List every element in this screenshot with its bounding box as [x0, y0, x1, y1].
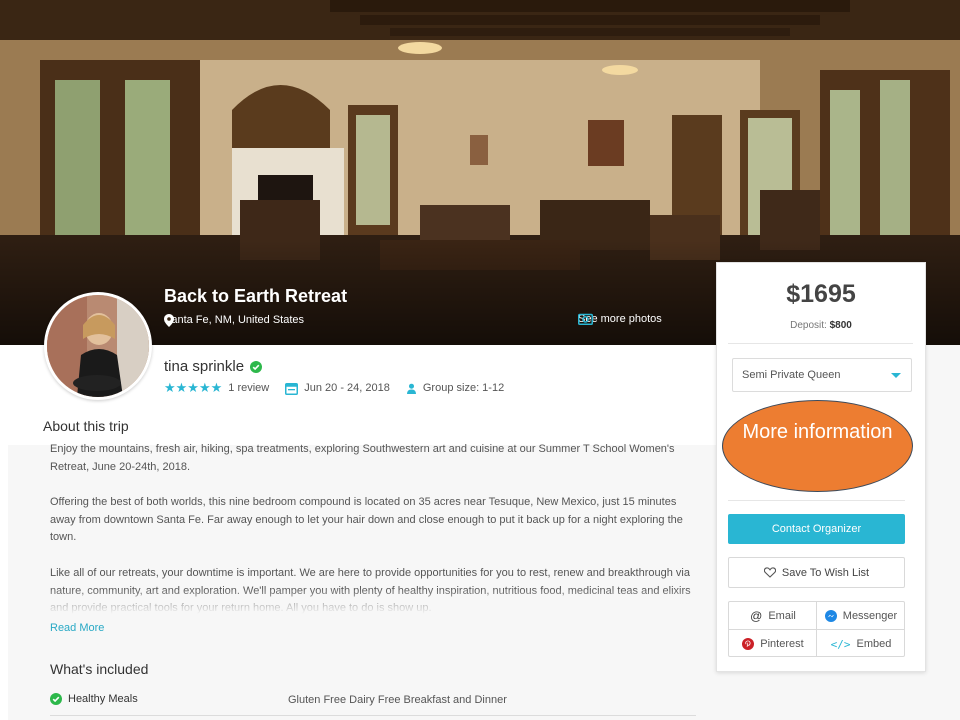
at-sign-icon: @: [750, 609, 763, 623]
more-information-callout[interactable]: More information: [722, 400, 913, 492]
map-pin-icon: [164, 314, 174, 327]
host-portrait: [47, 295, 149, 397]
share-options: @ Email Messenger Pinterest </> Embed: [728, 601, 905, 657]
see-more-photos-link[interactable]: See more photos: [578, 313, 662, 325]
room-type-value: Semi Private Queen: [742, 369, 841, 381]
read-more-link[interactable]: Read More: [50, 622, 104, 634]
trip-dates: Jun 20 - 24, 2018: [285, 382, 390, 395]
contact-organizer-button[interactable]: Contact Organizer: [728, 514, 905, 544]
share-embed-label: Embed: [856, 638, 892, 650]
included-item-row: Healthy Meals Gluten Free Dairy Free Bre…: [50, 692, 696, 716]
included-item-value: Gluten Free Dairy Free Breakfast and Din…: [288, 694, 507, 706]
save-to-wishlist-label: Save To Wish List: [781, 566, 870, 579]
deposit-label: Deposit:: [790, 320, 827, 331]
about-paragraph-1: Enjoy the mountains, fresh air, hiking, …: [50, 443, 675, 473]
share-email-button[interactable]: @ Email: [729, 602, 817, 630]
about-paragraph-2: Offering the best of both worlds, this n…: [50, 496, 683, 543]
group-size-text: Group size: 1-12: [422, 382, 505, 394]
trip-price: $1695: [786, 280, 856, 308]
share-messenger-label: Messenger: [842, 610, 898, 622]
chevron-down-icon: [891, 373, 901, 378]
host-name[interactable]: tina sprinkle: [164, 358, 263, 375]
share-email-label: Email: [768, 610, 796, 622]
host-meta-row: ★★★★★ 1 review Jun 20 - 24, 2018 Group s…: [164, 380, 504, 396]
card-divider: [728, 343, 913, 344]
code-icon: </>: [830, 637, 851, 651]
host-avatar[interactable]: [44, 292, 152, 400]
messenger-icon: [824, 610, 837, 622]
share-pinterest-label: Pinterest: [760, 638, 804, 650]
trip-title: Back to Earth Retreat: [164, 286, 348, 306]
about-section-title: About this trip: [43, 418, 129, 434]
deposit-info: Deposit: $800: [716, 320, 926, 331]
camera-icon: [578, 313, 593, 325]
included-item-name: Healthy Meals: [68, 693, 138, 705]
deposit-value: $800: [829, 320, 852, 331]
pinterest-icon: [742, 638, 755, 650]
host-name-text: tina sprinkle: [164, 358, 245, 375]
included-section-title: What's included: [50, 661, 149, 677]
share-pinterest-button[interactable]: Pinterest: [729, 630, 817, 658]
card-divider-lower: [728, 500, 905, 501]
text-fade-overlay: [40, 588, 710, 614]
share-embed-button[interactable]: </> Embed: [817, 630, 905, 658]
room-type-select[interactable]: Semi Private Queen: [732, 358, 912, 392]
calendar-icon: [285, 382, 299, 395]
group-size: Group size: 1-12: [406, 382, 504, 394]
trip-dates-text: Jun 20 - 24, 2018: [304, 382, 390, 394]
rating-stars-icon: ★★★★★: [164, 380, 223, 395]
save-to-wishlist-button[interactable]: Save To Wish List: [728, 557, 905, 588]
heart-icon: [763, 567, 776, 578]
check-circle-icon: [50, 693, 62, 705]
verified-check-icon: [250, 360, 263, 373]
trip-location-text: Santa Fe, NM, United States: [164, 314, 305, 326]
review-count[interactable]: 1 review: [228, 382, 269, 394]
share-messenger-button[interactable]: Messenger: [817, 602, 905, 630]
included-item-label: Healthy Meals: [50, 693, 138, 705]
person-icon: [406, 383, 416, 394]
trip-location: Santa Fe, NM, United States: [164, 314, 305, 327]
